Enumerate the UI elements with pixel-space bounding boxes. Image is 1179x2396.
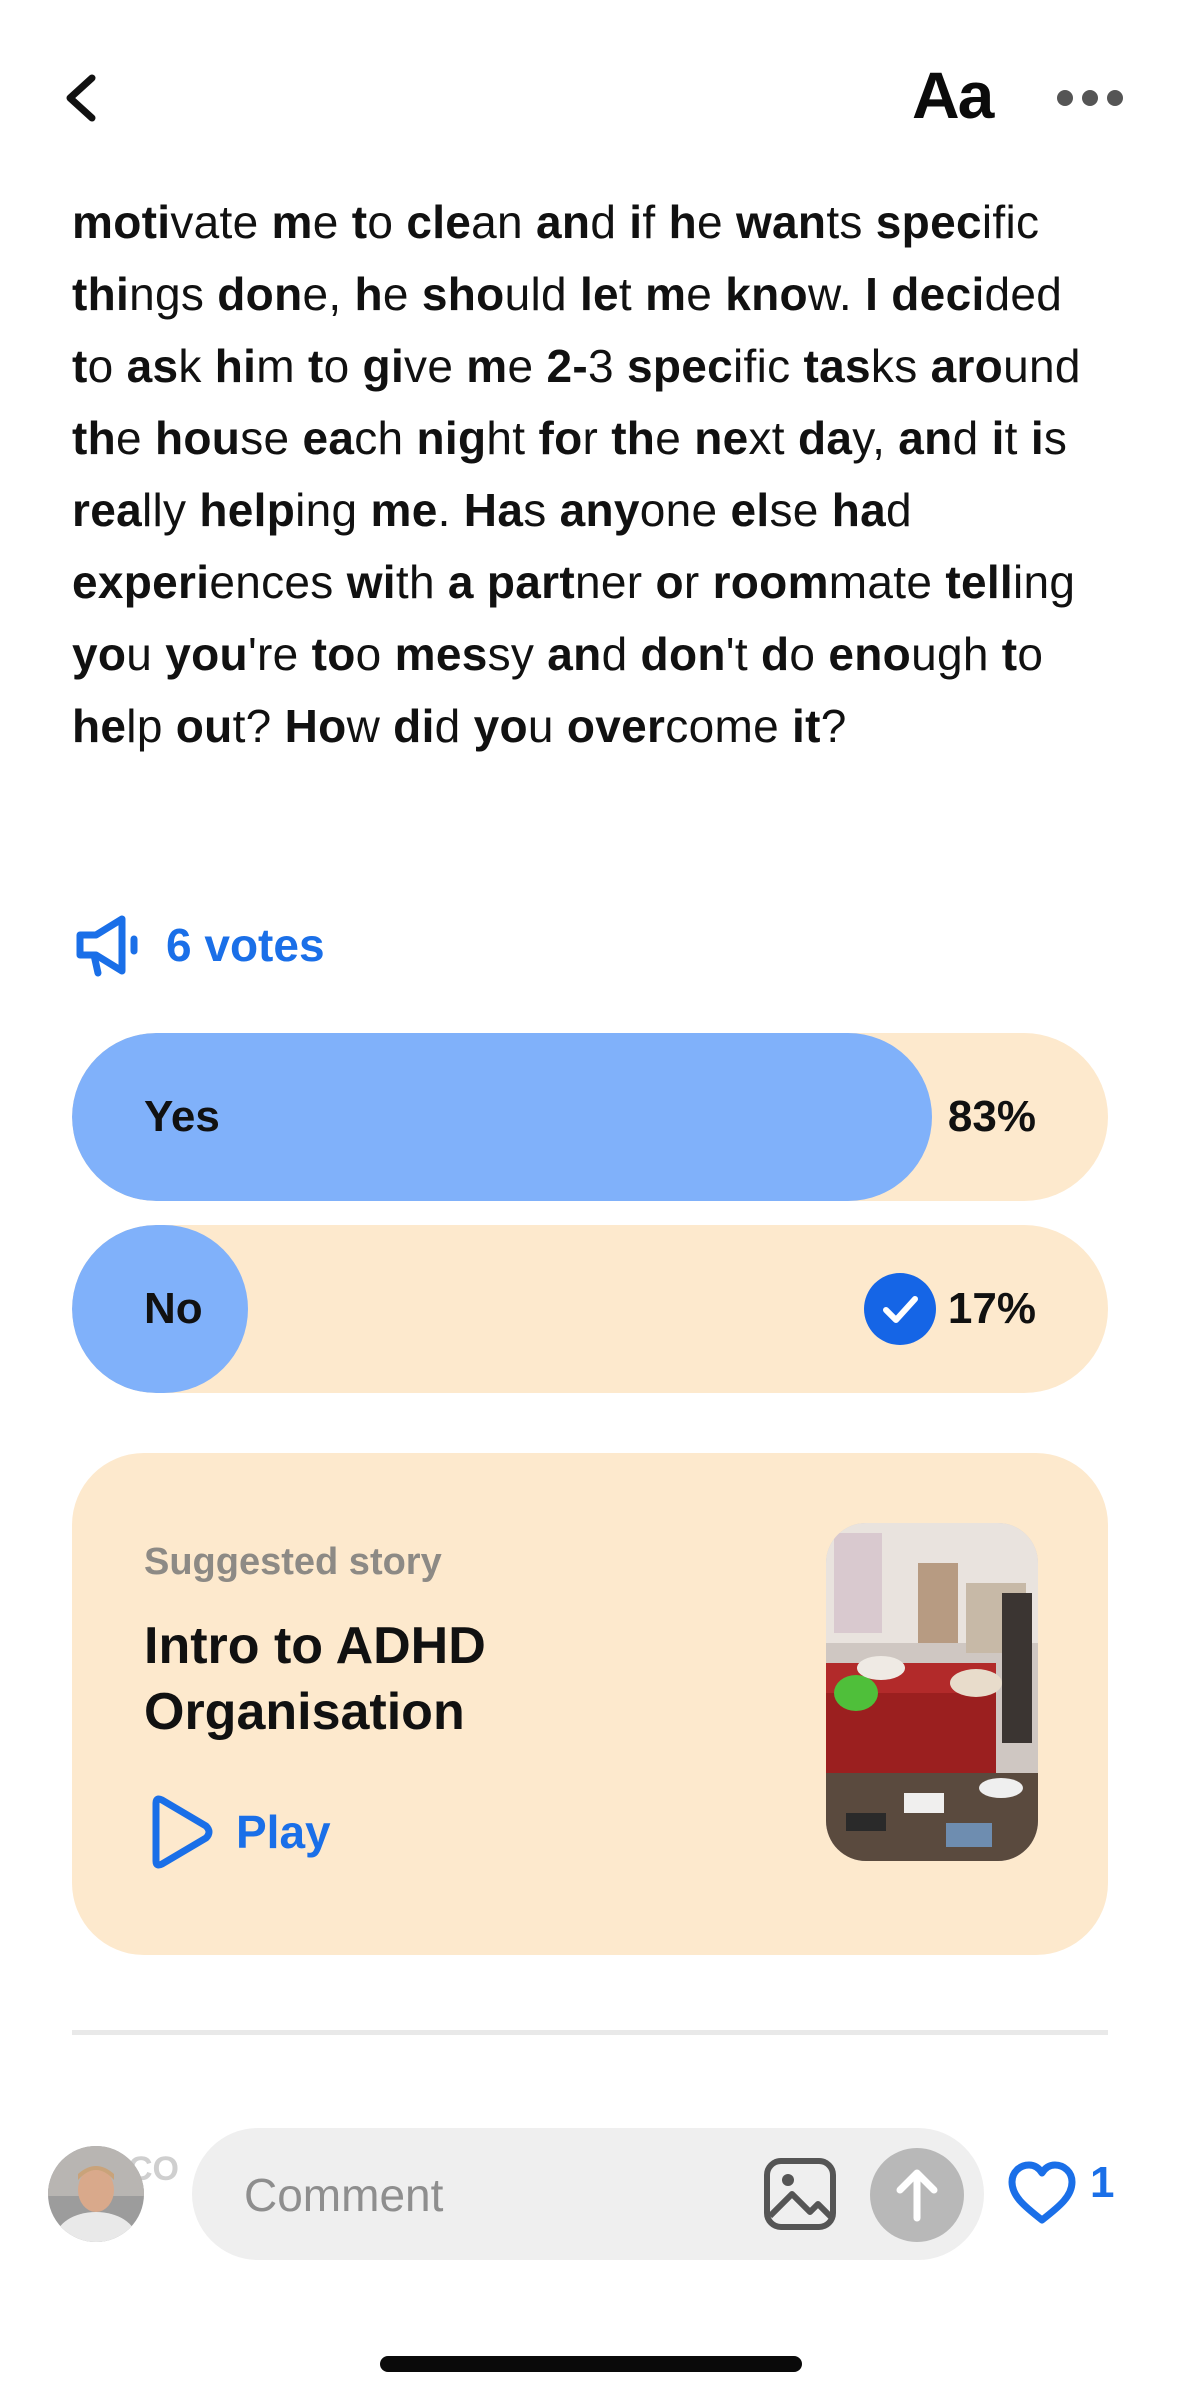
poll-option-no[interactable]: No 17% <box>72 1225 1108 1393</box>
text-size-button[interactable]: Aa <box>912 62 994 128</box>
post-body-text: motivate me to clean and if he wants spe… <box>72 196 1081 752</box>
comment-input[interactable] <box>242 2128 726 2262</box>
chevron-left-icon <box>66 74 96 122</box>
like-count: 1 <box>1090 2158 1115 2207</box>
heart-icon[interactable] <box>1006 2160 1078 2226</box>
more-horizontal-icon <box>1057 90 1123 106</box>
home-indicator <box>380 2356 802 2372</box>
votes-count: 6 votes <box>166 919 325 971</box>
poll-option-label: Yes <box>144 1092 220 1141</box>
poll-option-label: No <box>144 1284 203 1333</box>
story-kicker: Suggested story <box>144 1541 442 1583</box>
avatar[interactable] <box>48 2146 144 2242</box>
poll-option-yes[interactable]: Yes 83% <box>72 1033 1108 1201</box>
more-options-button[interactable] <box>1055 78 1125 118</box>
check-circle-icon <box>864 1273 936 1345</box>
back-button[interactable] <box>56 70 112 126</box>
image-icon[interactable] <box>762 2156 838 2232</box>
send-button[interactable] <box>870 2148 964 2242</box>
play-button[interactable]: Play <box>144 1793 331 1871</box>
arrow-up-icon <box>896 2169 938 2222</box>
suggested-story-card[interactable]: Suggested story Intro to ADHD Organisati… <box>72 1453 1108 1955</box>
play-icon <box>152 1795 213 1869</box>
story-title: Intro to ADHD Organisation <box>144 1617 486 1741</box>
comment-box <box>192 2128 984 2262</box>
votes-summary: 6 votes <box>72 910 325 980</box>
poll-option-percent: 83% <box>947 1092 1036 1141</box>
story-thumbnail <box>826 1523 1038 1861</box>
play-label: Play <box>236 1806 331 1858</box>
megaphone-icon <box>76 915 138 977</box>
poll-option-percent: 17% <box>947 1284 1036 1333</box>
divider <box>72 2030 1108 2035</box>
